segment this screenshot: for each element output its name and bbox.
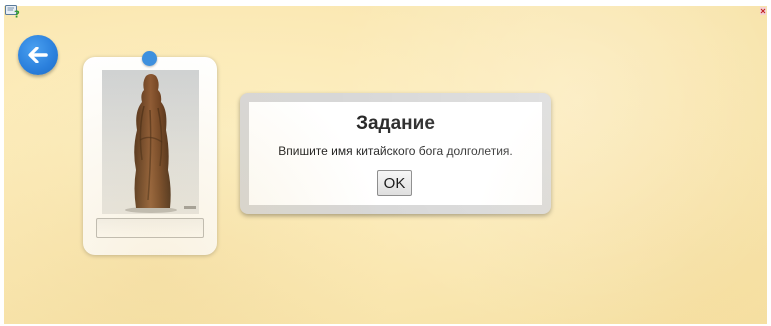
card-pin [142,51,157,66]
dialog-body: Задание Впишите имя китайского бога долг… [249,102,542,205]
dialog-message: Впишите имя китайского бога долголетия. [278,144,513,158]
help-question-icon[interactable]: ? [5,4,21,18]
task-dialog: Задание Впишите имя китайского бога долг… [240,93,551,214]
arrow-left-icon [28,47,48,63]
answer-input[interactable] [96,218,204,238]
task-stage: Задание Впишите имя китайского бога долг… [4,6,767,324]
longevity-god-statue-image [102,70,199,214]
image-card [83,51,217,255]
back-button[interactable] [18,35,58,75]
ok-button[interactable]: OK [377,170,412,196]
svg-text:?: ? [14,10,20,19]
statue-picture [125,74,196,213]
dialog-title: Задание [356,113,435,134]
close-icon[interactable] [760,7,766,15]
